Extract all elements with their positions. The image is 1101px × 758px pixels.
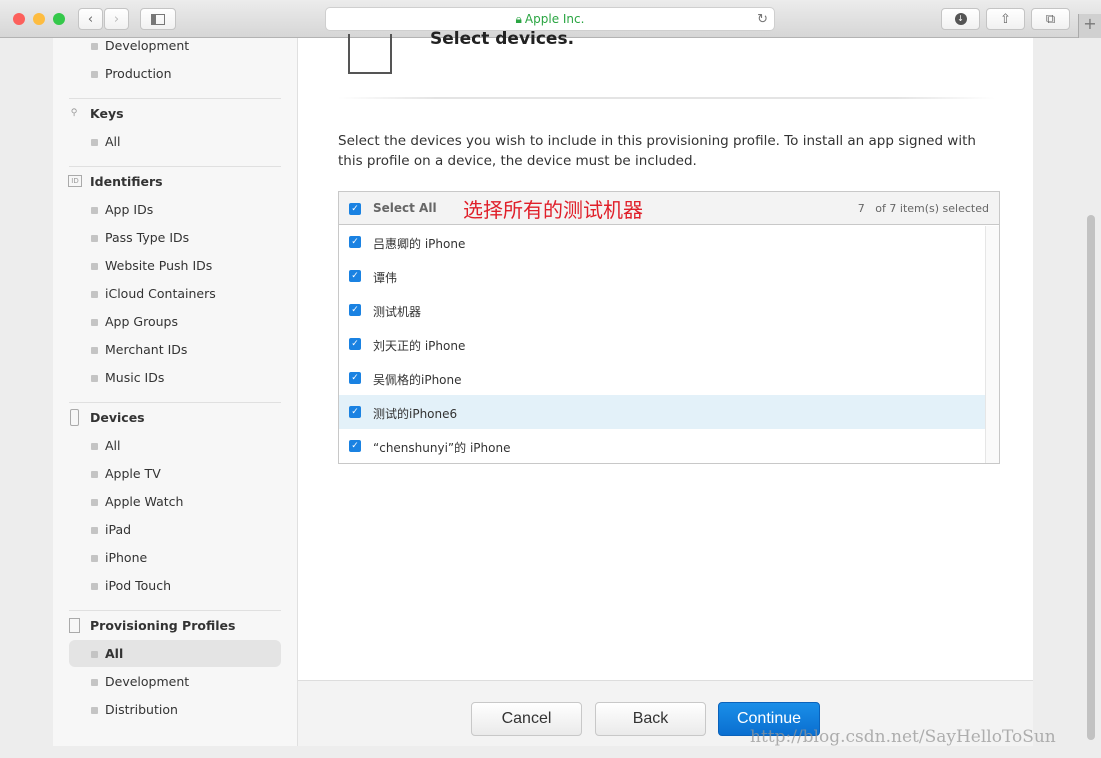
sidebar-item-ipod-touch[interactable]: iPod Touch [91,578,171,593]
id-icon: ID [68,175,82,187]
zoom-window-button[interactable] [53,13,65,25]
section-devices: Devices [90,410,145,425]
back-nav-button[interactable]: ‹ [78,8,103,30]
tabs-button[interactable]: ⧉ [1031,8,1070,30]
share-icon: ⇧ [1000,11,1011,27]
share-button[interactable]: ⇧ [986,8,1025,30]
sidebar-item-app-groups[interactable]: App Groups [91,314,178,329]
sidebar-item-keys-all[interactable]: All [91,134,121,149]
divider [69,402,281,403]
description-text: Select the devices you wish to include i… [338,133,976,169]
watermark: http://blog.csdn.net/SayHelloToSun [750,727,1056,747]
divider [69,98,281,99]
device-name: 吴佩格的iPhone [373,373,462,387]
sidebar-item-cert-development[interactable]: Development [90,38,189,53]
device-checkbox[interactable]: ✓ [349,406,361,418]
cancel-button[interactable]: Cancel [471,702,582,736]
table-row[interactable]: ✓ 测试机器 [339,293,985,327]
table-row[interactable]: ✓ 吴佩格的iPhone [339,361,985,395]
table-row[interactable]: ✓ 吕惠卿的 iPhone [339,225,985,259]
sidebar-icon [151,13,165,25]
chevron-right-icon: › [113,11,120,27]
key-icon: ⚲ [70,108,78,118]
forward-nav-button[interactable]: › [104,8,129,30]
download-icon: ↓ [954,13,967,25]
table-scrollbar[interactable] [985,226,999,463]
device-name: 测试机器 [373,305,422,319]
new-tab-button[interactable]: + [1078,14,1101,38]
divider [69,166,281,167]
table-header: ✓ Select All 选择所有的测试机器 7 of 7 item(s) se… [339,192,999,225]
device-name: 吕惠卿的 iPhone [373,237,466,251]
sidebar-item-merchant-ids[interactable]: Merchant IDs [90,342,187,357]
sidebar-toggle-button[interactable] [140,8,176,30]
divider [69,610,281,611]
device-checkbox[interactable]: ✓ [349,440,361,452]
sidebar-item-apple-watch[interactable]: Apple Watch [90,494,183,509]
sidebar-item-profiles-development[interactable]: Development [90,674,189,689]
section-provisioning-profiles: Provisioning Profiles [90,618,236,633]
table-row[interactable]: ✓ 测试的iPhone6 [339,395,985,429]
device-checkbox[interactable]: ✓ [349,372,361,384]
select-all-label[interactable]: Select All [373,201,437,215]
sidebar: Development Production ⚲ Keys All ID Ide… [53,38,298,746]
device-name: “chenshunyi”的 iPhone [373,441,511,455]
back-button[interactable]: Back [595,702,706,736]
sidebar-item-profiles-distribution[interactable]: Distribution [91,702,178,717]
device-name: 测试的iPhone6 [373,407,458,421]
sidebar-item-apple-tv[interactable]: Apple TV [91,466,161,481]
sidebar-item-music-ids[interactable]: Music IDs [90,370,164,385]
count-suffix: of 7 item(s) selected [875,202,989,215]
url-text: Apple Inc. [524,12,585,26]
selected-item-highlight [69,640,281,667]
page-title: Select devices. [430,29,575,49]
sidebar-item-icloud-containers[interactable]: iCloud Containers [91,286,216,301]
device-checkbox[interactable]: ✓ [349,270,361,282]
select-all-checkbox[interactable]: ✓ [349,203,361,215]
sidebar-item-iphone[interactable]: iPhone [90,550,147,565]
plus-icon: + [1083,14,1097,33]
sidebar-item-cert-production[interactable]: Production [91,66,172,81]
tabs-icon: ⧉ [1045,11,1056,27]
selection-count: 7 of 7 item(s) selected [858,202,989,215]
selected-count: 7 [857,202,865,215]
sidebar-item-pass-type-ids[interactable]: Pass Type IDs [90,230,189,245]
section-identifiers: Identifiers [90,174,163,189]
sidebar-item-app-ids[interactable]: App IDs [90,202,153,217]
device-checkbox[interactable]: ✓ [349,236,361,248]
sidebar-item-devices-all[interactable]: All [91,438,121,453]
close-window-button[interactable] [13,13,25,25]
device-table: ✓ Select All 选择所有的测试机器 7 of 7 item(s) se… [338,191,1000,464]
device-checkbox[interactable]: ✓ [349,304,361,316]
minimize-window-button[interactable] [33,13,45,25]
sidebar-item-profiles-all[interactable]: All [90,646,123,661]
address-bar[interactable]: 🔒︎ Apple Inc. ↻ [325,7,775,31]
sidebar-item-ipad[interactable]: iPad [90,522,131,537]
chevron-left-icon: ‹ [87,11,94,27]
document-icon [69,618,80,633]
device-icon [70,409,79,426]
table-row[interactable]: ✓ 刘天正的 iPhone [339,327,985,361]
device-checkbox[interactable]: ✓ [349,338,361,350]
page-scrollbar-thumb[interactable] [1087,215,1095,740]
table-row[interactable]: ✓ 谭伟 [339,259,985,293]
table-row[interactable]: ✓ “chenshunyi”的 iPhone [339,429,985,463]
device-name: 谭伟 [373,271,398,285]
downloads-button[interactable]: ↓ [941,8,980,30]
sidebar-item-website-push-ids[interactable]: Website Push IDs [90,258,212,273]
divider [338,97,995,99]
reload-icon[interactable]: ↻ [757,12,768,27]
lock-icon: 🔒︎ [515,11,522,26]
device-name: 刘天正的 iPhone [373,339,466,353]
step-icon [348,34,392,74]
section-keys: Keys [90,106,124,121]
annotation-text: 选择所有的测试机器 [463,198,643,222]
